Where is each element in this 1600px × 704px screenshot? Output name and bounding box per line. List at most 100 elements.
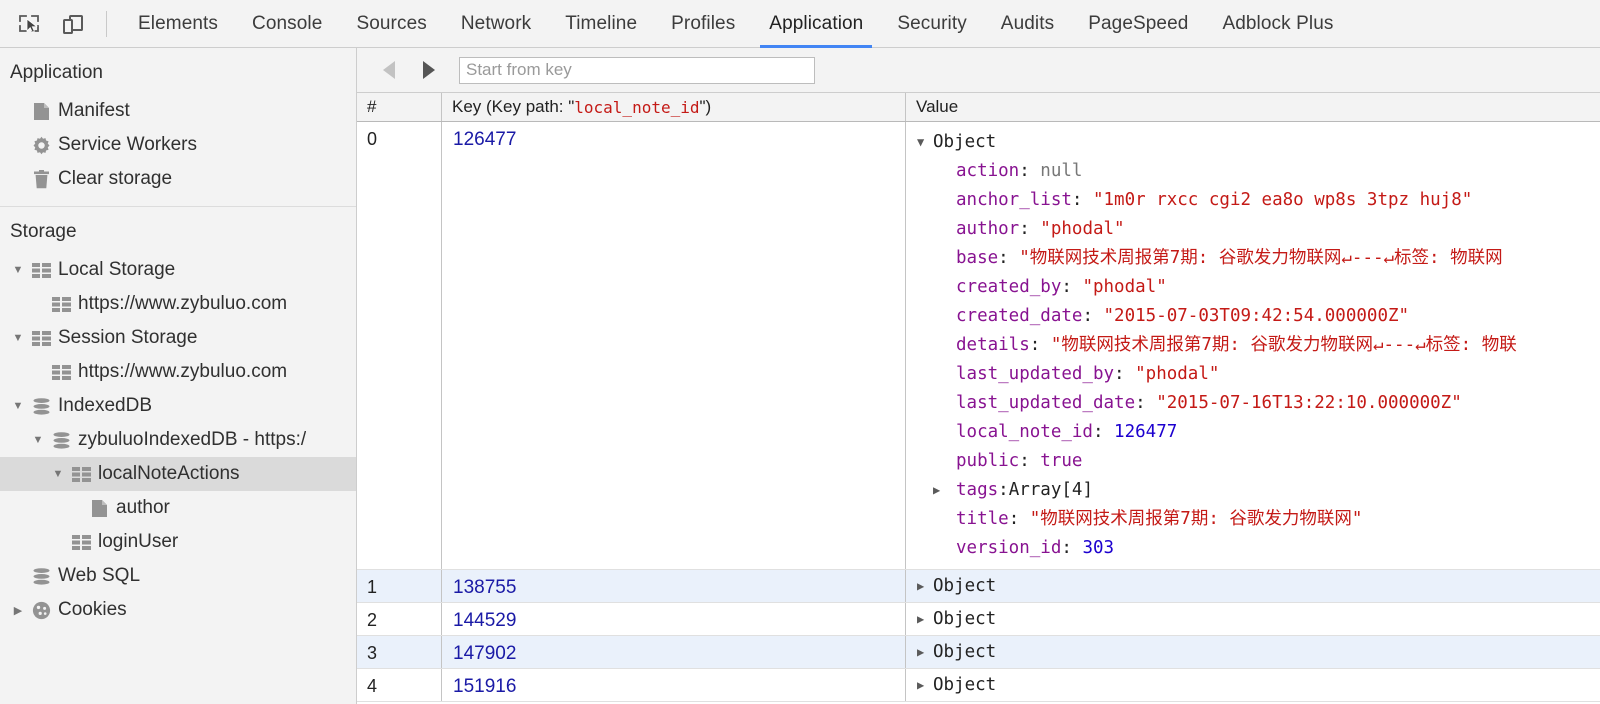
- device-toolbar-icon[interactable]: [56, 7, 90, 41]
- object-root-toggle[interactable]: ▼Object: [917, 128, 1600, 157]
- tab-profiles[interactable]: Profiles: [654, 0, 752, 48]
- inspect-element-icon[interactable]: [12, 7, 46, 41]
- property-name: created_date: [956, 306, 1082, 326]
- row-index: 2: [357, 603, 442, 635]
- sidebar-item-local-storage[interactable]: ▼ Local Storage: [0, 253, 356, 287]
- sidebar-item-label: author: [116, 497, 170, 519]
- object-property: public: true: [917, 447, 1600, 476]
- object-property: base: "物联网技术周报第7期: 谷歌发力物联网↵---↵标签: 物联网: [917, 244, 1600, 273]
- sidebar-item-indexeddb[interactable]: ▼ IndexedDB: [0, 389, 356, 423]
- row-key: 138755: [442, 570, 906, 602]
- column-header-index[interactable]: #: [357, 93, 442, 121]
- property-value: null: [1040, 161, 1082, 181]
- object-collapsed-toggle[interactable]: ▶Object: [917, 576, 1600, 596]
- table-row[interactable]: 4 151916 ▶Object: [357, 669, 1600, 702]
- tab-security[interactable]: Security: [880, 0, 983, 48]
- sidebar-item-cookies[interactable]: ▶ Cookies: [0, 593, 356, 627]
- table-row[interactable]: 0 126477 ▼Object action: null anchor_lis…: [357, 122, 1600, 570]
- row-value[interactable]: ▶Object: [906, 636, 1600, 668]
- gear-icon: [28, 136, 54, 155]
- indexeddb-toolbar: [357, 48, 1600, 93]
- tab-adblock-plus[interactable]: Adblock Plus: [1205, 0, 1350, 48]
- tab-pagespeed[interactable]: PageSpeed: [1071, 0, 1205, 48]
- row-value[interactable]: ▼Object action: null anchor_list: "1m0r …: [906, 122, 1600, 569]
- triangle-right-icon[interactable]: [409, 55, 447, 85]
- sidebar-item-manifest[interactable]: Manifest: [0, 94, 356, 128]
- chevron-right-icon[interactable]: ▶: [933, 476, 949, 505]
- sidebar-item-author-index[interactable]: ▼ author: [0, 491, 356, 525]
- column-header-key[interactable]: Key (Key path: "local_note_id"): [442, 93, 906, 121]
- tab-audits[interactable]: Audits: [984, 0, 1071, 48]
- object-property: last_updated_by: "phodal": [917, 360, 1600, 389]
- object-collapsed-toggle[interactable]: ▶Object: [917, 642, 1600, 662]
- chevron-down-icon[interactable]: ▼: [28, 434, 48, 446]
- object-property-expandable[interactable]: ▶tags: Array[4]: [917, 476, 1600, 505]
- chevron-down-icon[interactable]: ▼: [8, 332, 28, 344]
- devtools-toolbar: Elements Console Sources Network Timelin…: [0, 0, 1600, 48]
- row-value[interactable]: ▶Object: [906, 669, 1600, 701]
- property-value: "phodal": [1135, 364, 1219, 384]
- data-grid-body[interactable]: 0 126477 ▼Object action: null anchor_lis…: [357, 122, 1600, 704]
- table-row[interactable]: 1 138755 ▶Object: [357, 570, 1600, 603]
- tab-network[interactable]: Network: [444, 0, 548, 48]
- object-property: created_date: "2015-07-03T09:42:54.00000…: [917, 302, 1600, 331]
- property-value: "物联网技术周报第7期: 谷歌发力物联网": [1030, 509, 1363, 529]
- object-collapsed-toggle[interactable]: ▶Object: [917, 609, 1600, 629]
- object-label: Object: [933, 128, 996, 157]
- object-tree: ▼Object action: null anchor_list: "1m0r …: [917, 128, 1600, 563]
- trash-icon: [28, 170, 54, 189]
- chevron-right-icon[interactable]: ▶: [917, 678, 933, 692]
- property-name: author: [956, 219, 1019, 239]
- chevron-down-icon[interactable]: ▼: [48, 468, 68, 480]
- sidebar-item-session-storage[interactable]: ▼ Session Storage: [0, 321, 356, 355]
- tab-timeline[interactable]: Timeline: [548, 0, 654, 48]
- property-value: "phodal": [1082, 277, 1166, 297]
- property-name: base: [956, 248, 998, 268]
- column-header-value[interactable]: Value: [906, 93, 1600, 121]
- object-property: last_updated_date: "2015-07-16T13:22:10.…: [917, 389, 1600, 418]
- sidebar-item-label: Web SQL: [58, 565, 140, 587]
- tab-sources[interactable]: Sources: [339, 0, 443, 48]
- sidebar-item-service-workers[interactable]: Service Workers: [0, 128, 356, 162]
- row-value[interactable]: ▶Object: [906, 570, 1600, 602]
- object-property: anchor_list: "1m0r rxcc cgi2 ea8o wp8s 3…: [917, 186, 1600, 215]
- chevron-right-icon[interactable]: ▶: [917, 612, 933, 626]
- tab-console[interactable]: Console: [235, 0, 339, 48]
- sidebar-item-label: Session Storage: [58, 327, 197, 349]
- chevron-right-icon[interactable]: ▶: [917, 645, 933, 659]
- object-property: local_note_id: 126477: [917, 418, 1600, 447]
- chevron-down-icon[interactable]: ▼: [917, 128, 933, 157]
- chevron-down-icon[interactable]: ▼: [8, 264, 28, 276]
- sidebar-item-web-sql[interactable]: ▼ Web SQL: [0, 559, 356, 593]
- row-index: 3: [357, 636, 442, 668]
- sidebar-item-label: zybuluoIndexedDB - https:/: [78, 429, 306, 451]
- sidebar-item-local-note-actions[interactable]: ▼ localNoteActions: [0, 457, 356, 491]
- sidebar-item-label: https://www.zybuluo.com: [78, 293, 287, 315]
- sidebar-item-login-user[interactable]: ▼ loginUser: [0, 525, 356, 559]
- sidebar-item-zybuluo-indexeddb[interactable]: ▼ zybuluoIndexedDB - https:/: [0, 423, 356, 457]
- chevron-right-icon[interactable]: ▶: [917, 579, 933, 593]
- sidebar-item-local-storage-origin[interactable]: ▼ https://www.zybuluo.com: [0, 287, 356, 321]
- spacer: ▼: [48, 536, 68, 548]
- object-collapsed-toggle[interactable]: ▶Object: [917, 675, 1600, 695]
- table-row[interactable]: 2 144529 ▶Object: [357, 603, 1600, 636]
- tab-elements[interactable]: Elements: [121, 0, 235, 48]
- property-value: "物联网技术周报第7期: 谷歌发力物联网↵---↵标签: 物联网: [1019, 248, 1502, 268]
- table-icon: [28, 331, 54, 346]
- property-name: last_updated_by: [956, 364, 1114, 384]
- start-from-key-input[interactable]: [459, 57, 815, 84]
- database-icon: [48, 432, 74, 449]
- sidebar-item-session-storage-origin[interactable]: ▼ https://www.zybuluo.com: [0, 355, 356, 389]
- tab-application[interactable]: Application: [752, 0, 880, 48]
- triangle-left-icon[interactable]: [371, 55, 409, 85]
- sidebar-item-label: Local Storage: [58, 259, 175, 281]
- table-row[interactable]: 3 147902 ▶Object: [357, 636, 1600, 669]
- indexeddb-data-view: # Key (Key path: "local_note_id") Value …: [357, 48, 1600, 704]
- sidebar-item-label: localNoteActions: [98, 463, 240, 485]
- property-value: 303: [1082, 538, 1114, 558]
- chevron-right-icon[interactable]: ▶: [8, 604, 28, 617]
- row-value[interactable]: ▶Object: [906, 603, 1600, 635]
- property-name: anchor_list: [956, 190, 1072, 210]
- chevron-down-icon[interactable]: ▼: [8, 400, 28, 412]
- sidebar-item-clear-storage[interactable]: Clear storage: [0, 162, 356, 196]
